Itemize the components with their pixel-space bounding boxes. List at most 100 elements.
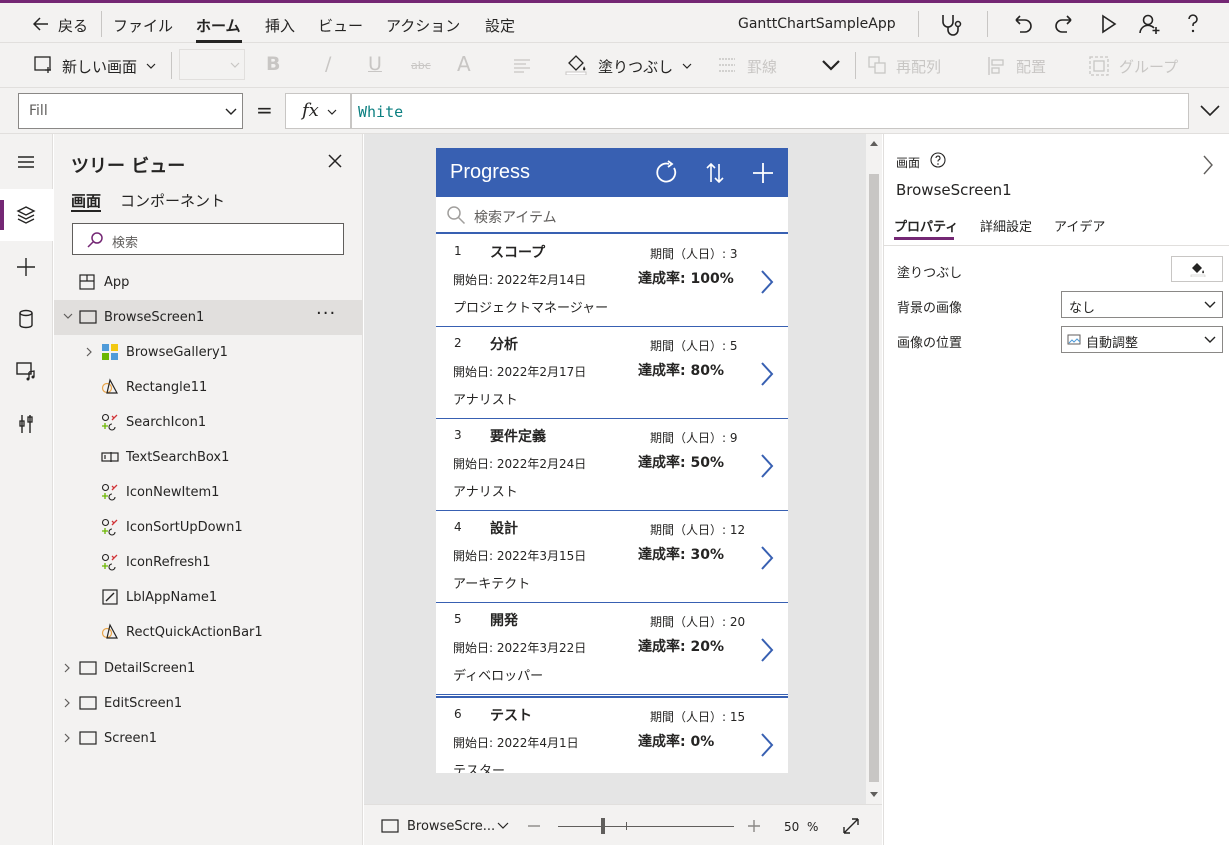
chevron-right-icon[interactable] (62, 731, 72, 745)
bold-icon[interactable]: B (266, 53, 280, 75)
menu-home[interactable]: ホーム (196, 15, 241, 36)
undo-icon[interactable] (1007, 9, 1037, 39)
tree-view-panel: ツリー ビュー 画面 コンポーネント 検索 App BrowseScreen1 … (54, 134, 363, 845)
menu-settings[interactable]: 設定 (485, 15, 515, 36)
gallery-item[interactable]: 3 要件定義 期間（人日）: 9 開始日: 2022年2月24日 達成率: 50… (436, 419, 788, 511)
image-position-dropdown[interactable]: 自動調整 (1061, 326, 1223, 353)
tree-node-screen1[interactable]: Screen1 (54, 721, 363, 756)
zoom-out-icon[interactable] (527, 819, 541, 833)
tab-screens[interactable]: 画面 (71, 190, 101, 211)
gallery-item[interactable]: 6 テスト 期間（人日）: 15 開始日: 2022年4月1日 達成率: 0% … (436, 696, 788, 773)
chevron-right-icon[interactable] (759, 731, 775, 759)
chevron-right-icon[interactable] (759, 452, 775, 480)
scroll-down-icon[interactable] (870, 792, 878, 798)
fill-button[interactable]: 塗りつぶし (598, 56, 673, 77)
border-button[interactable]: 罫線 (747, 56, 777, 77)
back-button[interactable]: 戻る (58, 15, 88, 36)
tree-search-input[interactable]: 検索 (72, 223, 344, 255)
screen-selector[interactable]: BrowseScre... (407, 819, 495, 834)
tree-node-gallery[interactable]: BrowseGallery1 (54, 335, 363, 370)
zoom-slider-track[interactable] (558, 826, 734, 827)
gallery-item[interactable]: 4 設計 期間（人日）: 12 開始日: 2022年3月15日 達成率: 30%… (436, 511, 788, 603)
sort-updown-icon[interactable] (700, 158, 730, 188)
menu-view[interactable]: ビュー (318, 15, 363, 36)
font-size-dropdown[interactable] (179, 49, 245, 80)
chevron-down-icon[interactable] (820, 57, 842, 73)
tools-icon[interactable] (11, 409, 41, 439)
background-image-dropdown[interactable]: なし (1061, 291, 1223, 318)
share-user-icon[interactable] (1135, 9, 1165, 39)
help-icon[interactable] (1178, 9, 1208, 39)
chevron-right-icon[interactable] (84, 345, 94, 359)
canvas-vertical-scrollbar[interactable] (866, 134, 882, 804)
chevron-down-icon[interactable] (63, 310, 73, 324)
zoom-in-icon[interactable] (747, 819, 761, 833)
tree-node-editscreen[interactable]: EditScreen1 (54, 686, 363, 721)
hamburger-menu-icon[interactable] (11, 147, 41, 177)
font-color-icon[interactable]: A (457, 52, 471, 76)
gallery-item[interactable]: 5 開発 期間（人日）: 20 開始日: 2022年3月22日 達成率: 20%… (436, 603, 788, 695)
expand-formula-icon[interactable] (1199, 104, 1221, 118)
database-icon[interactable] (11, 304, 41, 334)
add-icon[interactable] (748, 158, 778, 188)
tree-node-iconnewitem[interactable]: IconNewItem1 (54, 475, 363, 510)
help-circle-icon[interactable] (930, 152, 946, 168)
fit-to-window-icon[interactable] (842, 817, 860, 835)
close-icon[interactable] (324, 150, 346, 172)
tree-node-rectquickactionbar[interactable]: RectQuickActionBar1 (54, 615, 363, 650)
stethoscope-icon[interactable] (934, 9, 964, 39)
strikethrough-icon[interactable]: abc (411, 59, 431, 72)
tree-node-detailscreen[interactable]: DetailScreen1 (54, 651, 363, 686)
group-button[interactable]: グループ (1119, 56, 1178, 77)
tree-node-app[interactable]: App (54, 265, 363, 300)
underline-icon[interactable]: U (368, 53, 382, 75)
tab-ideas[interactable]: アイデア (1054, 216, 1105, 235)
italic-icon[interactable]: / (325, 53, 331, 75)
chevron-right-icon[interactable] (759, 544, 775, 572)
align-button[interactable]: 配置 (1016, 56, 1046, 77)
fx-button[interactable]: fx (285, 93, 351, 129)
tab-advanced[interactable]: 詳細設定 (980, 216, 1032, 235)
new-screen-button[interactable]: 新しい画面 (62, 56, 137, 77)
zoom-value[interactable]: 50 (784, 820, 799, 834)
menu-insert[interactable]: 挿入 (265, 15, 295, 36)
more-options-button[interactable]: ··· (316, 303, 336, 324)
tree-node-searchicon[interactable]: SearchIcon1 (54, 405, 363, 440)
chevron-right-icon[interactable] (759, 268, 775, 296)
tree-node-iconrefresh[interactable]: IconRefresh1 (54, 545, 363, 580)
menu-action[interactable]: アクション (386, 15, 460, 36)
tree-node-lblappname[interactable]: LblAppName1 (54, 580, 363, 615)
app-screen-preview[interactable]: Progress 検索アイテム 1 スコープ 期間（人日）: 3 開始日: 20… (436, 148, 788, 773)
insert-plus-icon[interactable] (11, 252, 41, 282)
gallery-item[interactable]: 1 スコープ 期間（人日）: 3 開始日: 2022年2月14日 達成率: 10… (436, 235, 788, 327)
scroll-up-icon[interactable] (870, 140, 878, 146)
tree-node-iconsort[interactable]: IconSortUpDown1 (54, 510, 363, 545)
chevron-right-icon[interactable] (759, 636, 775, 664)
chevron-right-icon[interactable] (62, 696, 72, 710)
chevron-right-icon[interactable] (759, 360, 775, 388)
gallery-item[interactable]: 2 分析 期間（人日）: 5 開始日: 2022年2月17日 達成率: 80% … (436, 327, 788, 419)
tab-components[interactable]: コンポーネント (120, 190, 225, 211)
fill-color-picker[interactable] (1171, 256, 1223, 282)
chevron-down-icon[interactable] (497, 822, 509, 830)
zoom-slider-thumb[interactable] (601, 818, 605, 834)
scrollbar-thumb[interactable] (869, 174, 879, 782)
chevron-right-icon[interactable] (62, 661, 72, 675)
play-icon[interactable] (1093, 9, 1123, 39)
redo-icon[interactable] (1050, 9, 1080, 39)
tab-properties[interactable]: プロパティ (894, 216, 958, 235)
property-dropdown[interactable]: Fill (18, 93, 243, 129)
reorder-button[interactable]: 再配列 (896, 56, 941, 77)
media-icon[interactable] (11, 356, 41, 386)
text-align-icon[interactable] (513, 57, 541, 75)
refresh-icon[interactable] (652, 158, 682, 188)
chevron-right-icon[interactable] (1202, 154, 1214, 176)
menu-file[interactable]: ファイル (113, 15, 173, 36)
back-arrow-icon[interactable] (33, 17, 49, 31)
formula-input[interactable]: White (351, 93, 1189, 129)
tree-node-rectangle[interactable]: Rectangle11 (54, 370, 363, 405)
tree-node-browsescreen[interactable]: BrowseScreen1 ··· (54, 300, 363, 335)
tree-node-textsearchbox[interactable]: TextSearchBox1 (54, 440, 363, 475)
layers-icon[interactable] (11, 200, 41, 230)
app-search-box[interactable]: 検索アイテム (436, 197, 788, 234)
